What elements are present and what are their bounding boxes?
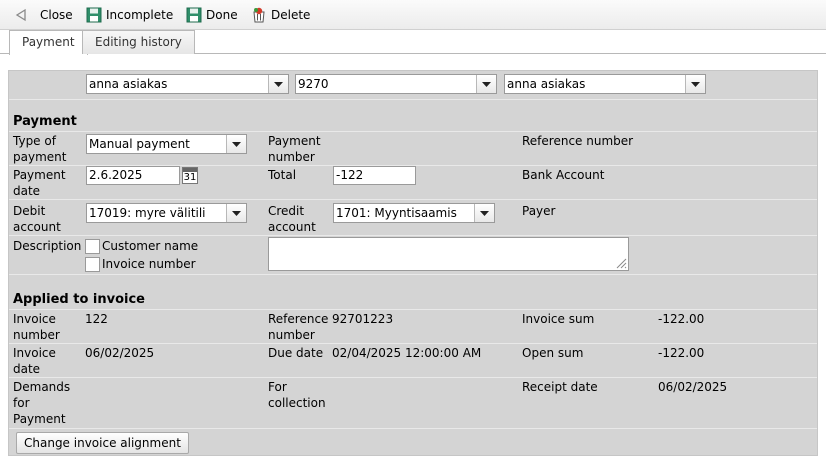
customer-name-checkbox[interactable] <box>85 239 100 254</box>
invoice-number-checkbox-label: Invoice number <box>102 257 196 271</box>
delete-button[interactable]: Delete <box>251 6 310 24</box>
total-label: Total <box>268 168 297 182</box>
close-label: Close <box>40 8 73 22</box>
incomplete-label: Incomplete <box>106 8 174 22</box>
back-arrow-icon <box>15 8 26 22</box>
payment-type-select[interactable]: Manual payment <box>86 134 247 154</box>
due-date-label: Due date <box>268 346 324 360</box>
payment-date-input[interactable]: 2.6.2025 <box>86 166 180 185</box>
customer-select-value: anna asiakas <box>89 77 168 91</box>
divider <box>9 343 817 344</box>
save-icon <box>186 7 202 23</box>
invoice-sum-label: Invoice sum <box>522 312 595 326</box>
invoice-date-label: Invoice date <box>13 346 56 376</box>
delete-label: Delete <box>271 8 311 22</box>
delete-icon <box>253 7 265 23</box>
credit-account-select[interactable]: 1701: Myyntisaamis <box>333 203 495 223</box>
divider <box>9 199 817 200</box>
invoice-sum-value: -122.00 <box>658 312 705 326</box>
done-button[interactable]: Done <box>186 6 238 24</box>
chevron-down-icon <box>226 204 246 222</box>
toolbar: Close Incomplete Done Delete <box>0 0 826 30</box>
total-input[interactable]: -122 <box>333 166 416 185</box>
change-invoice-alignment-button[interactable]: Change invoice alignment <box>16 432 189 454</box>
payer-label: Payer <box>522 204 556 218</box>
due-date-value: 02/04/2025 12:00:00 AM <box>332 346 482 360</box>
bank-account-label: Bank Account <box>522 168 605 182</box>
for-collection-label: For collection <box>268 380 326 410</box>
receipt-date-label: Receipt date <box>522 380 598 394</box>
done-label: Done <box>206 8 238 22</box>
customer-select[interactable]: anna asiakas <box>86 74 289 94</box>
demands-for-payment-label: Demands for Payment <box>13 380 71 426</box>
chevron-down-icon <box>476 75 496 93</box>
applied-reference-value: 92701223 <box>332 312 394 326</box>
tab-payment[interactable]: Payment <box>9 30 88 55</box>
payer-select[interactable]: anna asiakas <box>504 74 706 94</box>
close-button[interactable]: Close <box>14 6 73 24</box>
invoice-number-checkbox[interactable] <box>85 257 100 272</box>
chevron-down-icon <box>685 75 705 93</box>
payment-panel: anna asiakas 9270 anna asiakas Payment T… <box>8 70 818 456</box>
chevron-down-icon <box>474 204 494 222</box>
divider <box>9 131 817 132</box>
tab-bar: Payment Editing history <box>0 30 826 55</box>
reference-number-label: Reference number <box>522 134 634 148</box>
description-label: Description <box>13 239 82 253</box>
invoice-date-value: 06/02/2025 <box>85 346 155 360</box>
divider <box>9 99 817 100</box>
credit-account-value: 1701: Myyntisaamis <box>336 206 457 220</box>
customer-name-label: Customer name <box>102 239 199 253</box>
credit-account-label: Credit account <box>268 204 316 234</box>
payment-date-label: Payment date <box>13 168 66 198</box>
applied-invoice-number-value: 122 <box>85 312 108 326</box>
chevron-down-icon <box>268 75 288 93</box>
incomplete-button[interactable]: Incomplete <box>86 6 173 24</box>
tab-editing-history[interactable]: Editing history <box>82 30 195 54</box>
payment-type-label: Type of payment <box>13 134 67 164</box>
applied-heading: Applied to invoice <box>13 292 145 307</box>
description-textarea[interactable] <box>268 237 629 271</box>
payment-heading: Payment <box>13 114 77 129</box>
divider <box>9 309 817 310</box>
receipt-date-value: 06/02/2025 <box>658 380 728 394</box>
debit-account-label: Debit account <box>13 204 61 234</box>
chevron-down-icon <box>226 135 246 153</box>
debit-account-value: 17019: myre välitili <box>89 206 206 220</box>
divider <box>9 235 817 236</box>
divider <box>9 274 817 275</box>
calendar-icon[interactable]: 31 <box>182 167 198 184</box>
account-select-value: 9270 <box>298 77 329 91</box>
divider <box>9 377 817 378</box>
applied-reference-label: Reference number <box>268 312 329 342</box>
payment-type-value: Manual payment <box>89 137 190 151</box>
applied-invoice-number-label: Invoice number <box>13 312 60 342</box>
payer-select-value: anna asiakas <box>507 77 586 91</box>
resize-handle-icon[interactable] <box>615 257 627 269</box>
save-icon <box>86 7 102 23</box>
debit-account-select[interactable]: 17019: myre välitili <box>86 203 247 223</box>
account-select[interactable]: 9270 <box>295 74 497 94</box>
open-sum-value: -122.00 <box>658 346 705 360</box>
open-sum-label: Open sum <box>522 346 584 360</box>
calendar-day: 31 <box>183 172 197 183</box>
payment-number-label: Payment number <box>268 134 321 164</box>
divider <box>9 428 817 429</box>
